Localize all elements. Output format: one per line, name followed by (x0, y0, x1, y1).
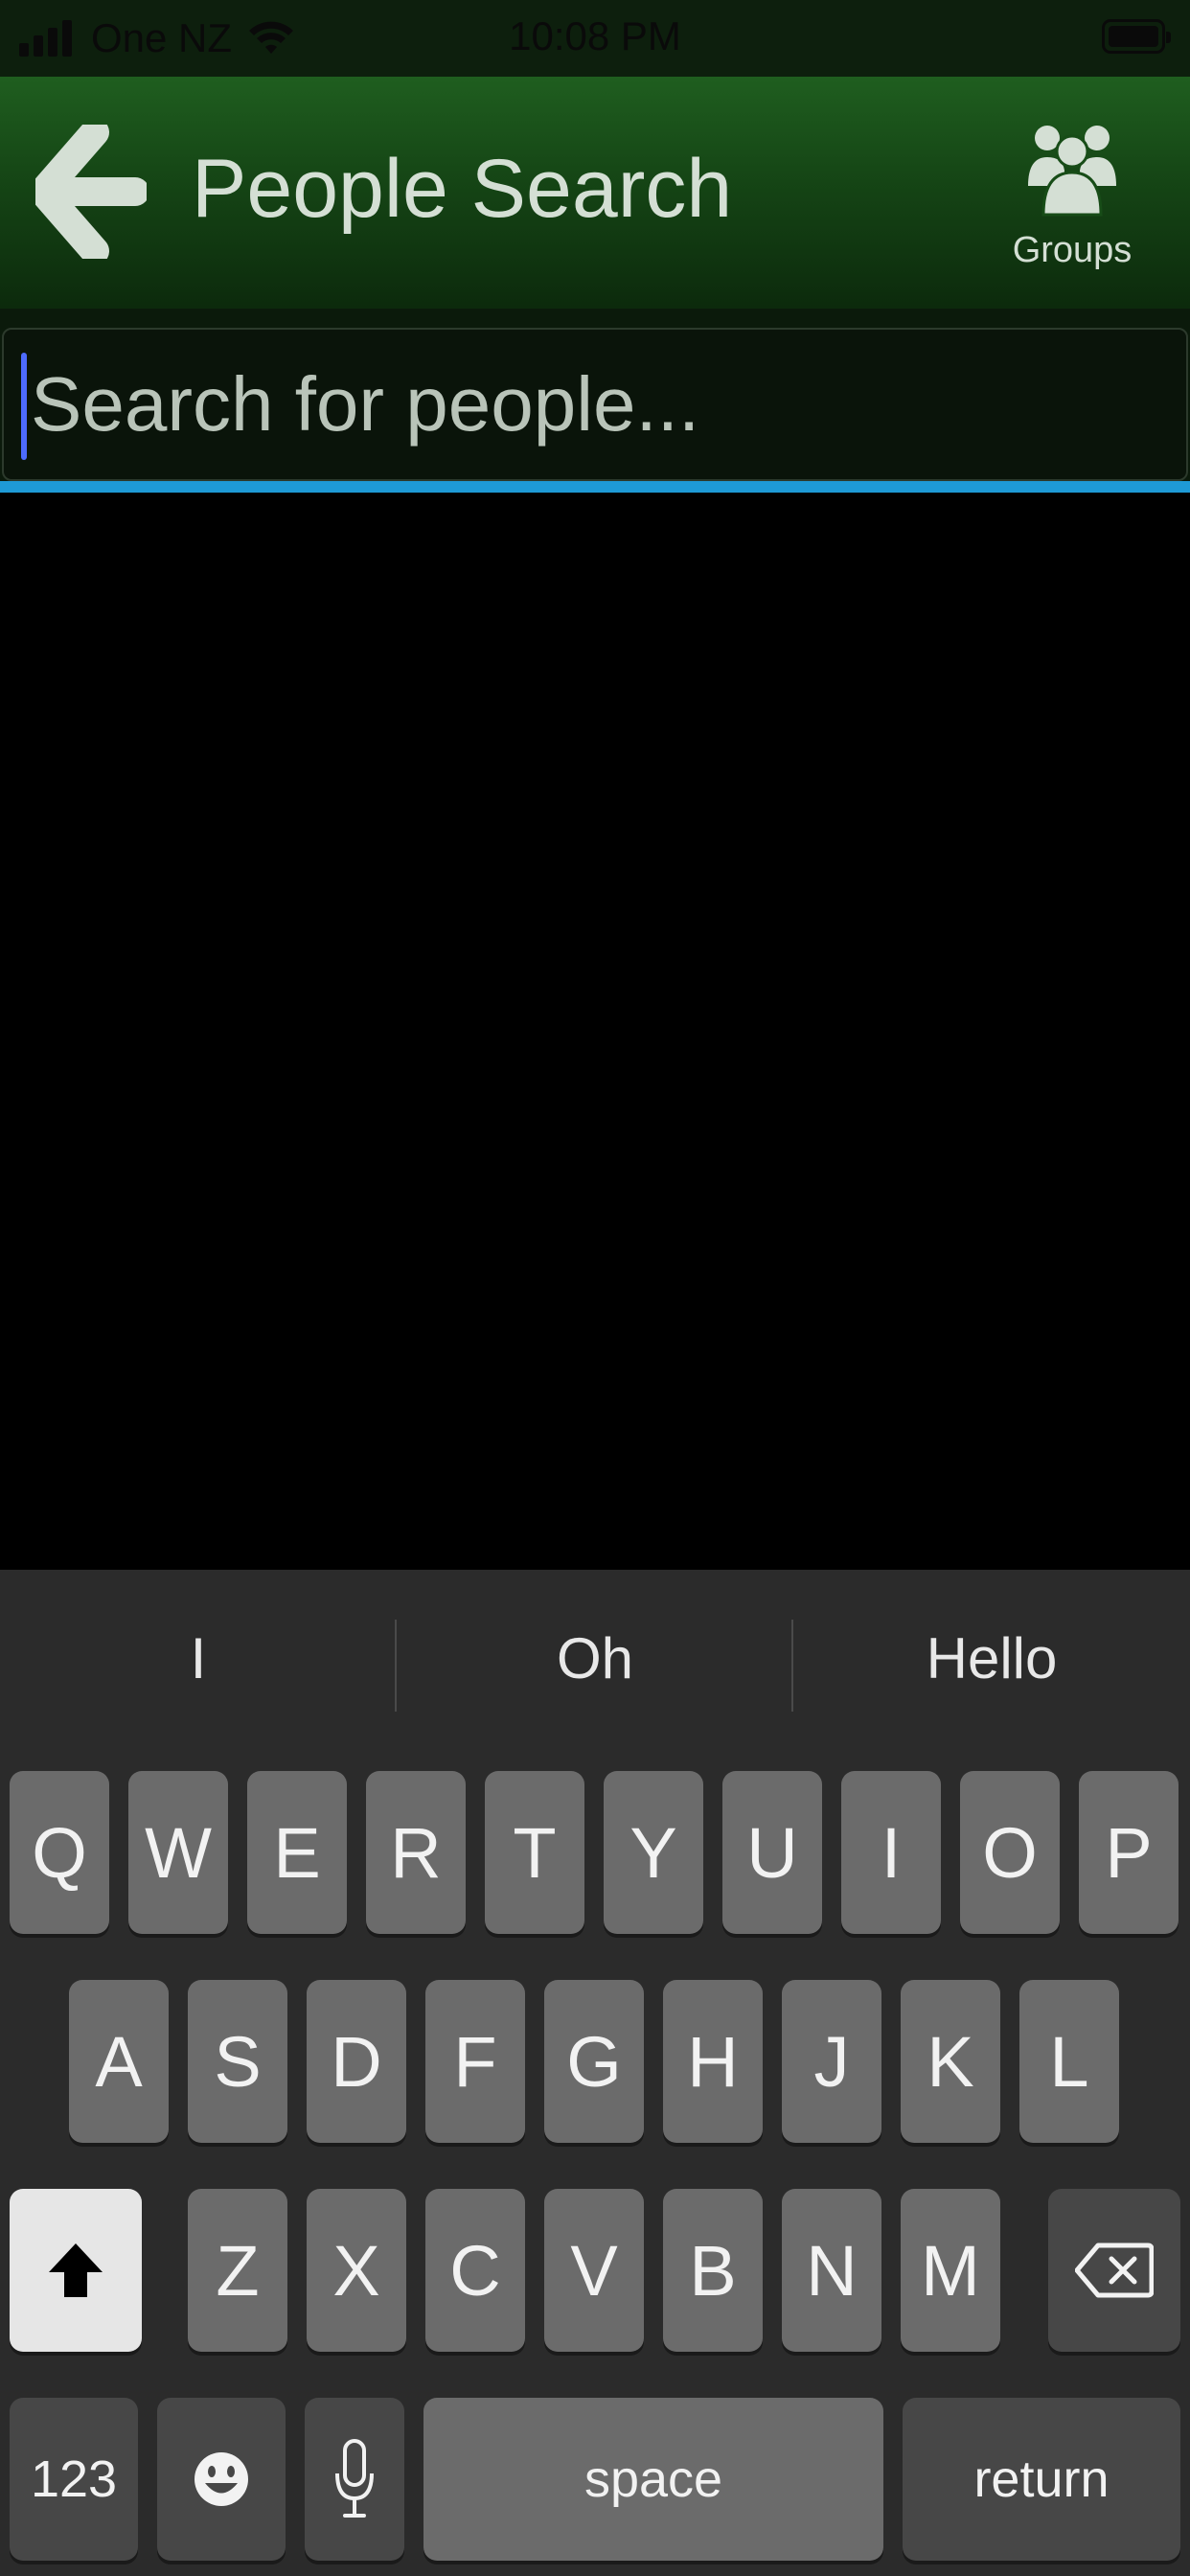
delete-key[interactable] (1048, 2189, 1180, 2352)
key-i[interactable]: I (841, 1771, 941, 1934)
groups-icon (1028, 126, 1116, 217)
search-input[interactable] (2, 328, 1188, 481)
back-arrow-icon (35, 125, 147, 259)
key-j[interactable]: J (782, 1980, 881, 2143)
return-key[interactable]: return (903, 2398, 1180, 2561)
key-l[interactable]: L (1019, 1980, 1119, 2143)
search-underline (0, 481, 1190, 493)
key-v[interactable]: V (544, 2189, 644, 2352)
key-g[interactable]: G (544, 1980, 644, 2143)
text-caret (21, 353, 27, 460)
page-title: People Search (192, 143, 733, 235)
key-n[interactable]: N (782, 2189, 881, 2352)
search-bar (0, 309, 1190, 493)
groups-button[interactable]: Groups (991, 111, 1154, 274)
results-list (0, 493, 1190, 1570)
key-w[interactable]: W (128, 1771, 228, 1934)
key-u[interactable]: U (722, 1771, 822, 1934)
groups-label: Groups (1012, 230, 1133, 270)
key-m[interactable]: M (901, 2189, 1000, 2352)
suggestion-1[interactable]: I (0, 1625, 397, 1691)
key-r[interactable]: R (366, 1771, 466, 1934)
key-s[interactable]: S (188, 1980, 287, 2143)
key-x[interactable]: X (307, 2189, 406, 2352)
key-z[interactable]: Z (188, 2189, 287, 2352)
key-o[interactable]: O (960, 1771, 1060, 1934)
emoji-key[interactable] (157, 2398, 286, 2561)
status-time: 10:08 PM (509, 13, 681, 58)
suggestion-bar: I Oh Hello (0, 1570, 1190, 1769)
microphone-icon (335, 2439, 374, 2518)
key-e[interactable]: E (247, 1771, 347, 1934)
suggestion-3[interactable]: Hello (793, 1625, 1190, 1691)
nav-bar: People Search Groups (0, 77, 1190, 309)
back-button[interactable] (29, 125, 153, 259)
key-t[interactable]: T (485, 1771, 584, 1934)
key-y[interactable]: Y (604, 1771, 703, 1934)
battery-icon (1102, 19, 1171, 54)
delete-icon (1075, 2242, 1154, 2298)
emoji-icon (195, 2452, 248, 2506)
key-h[interactable]: H (663, 1980, 763, 2143)
key-a[interactable]: A (69, 1980, 169, 2143)
suggestion-2[interactable]: Oh (397, 1625, 793, 1691)
key-d[interactable]: D (307, 1980, 406, 2143)
key-p[interactable]: P (1079, 1771, 1179, 1934)
key-k[interactable]: K (901, 1980, 1000, 2143)
key-q[interactable]: Q (10, 1771, 109, 1934)
key-f[interactable]: F (425, 1980, 525, 2143)
space-key[interactable]: space (423, 2398, 883, 2561)
microphone-key[interactable] (305, 2398, 404, 2561)
status-bar: One NZ 10:08 PM (0, 0, 1190, 77)
key-c[interactable]: C (425, 2189, 525, 2352)
key-b[interactable]: B (663, 2189, 763, 2352)
shift-icon (49, 2243, 103, 2297)
numbers-key[interactable]: 123 (10, 2398, 138, 2561)
keyboard: I Oh Hello Q W E R T Y U I O P A S D F G… (0, 1570, 1190, 2576)
shift-key[interactable] (10, 2189, 142, 2352)
